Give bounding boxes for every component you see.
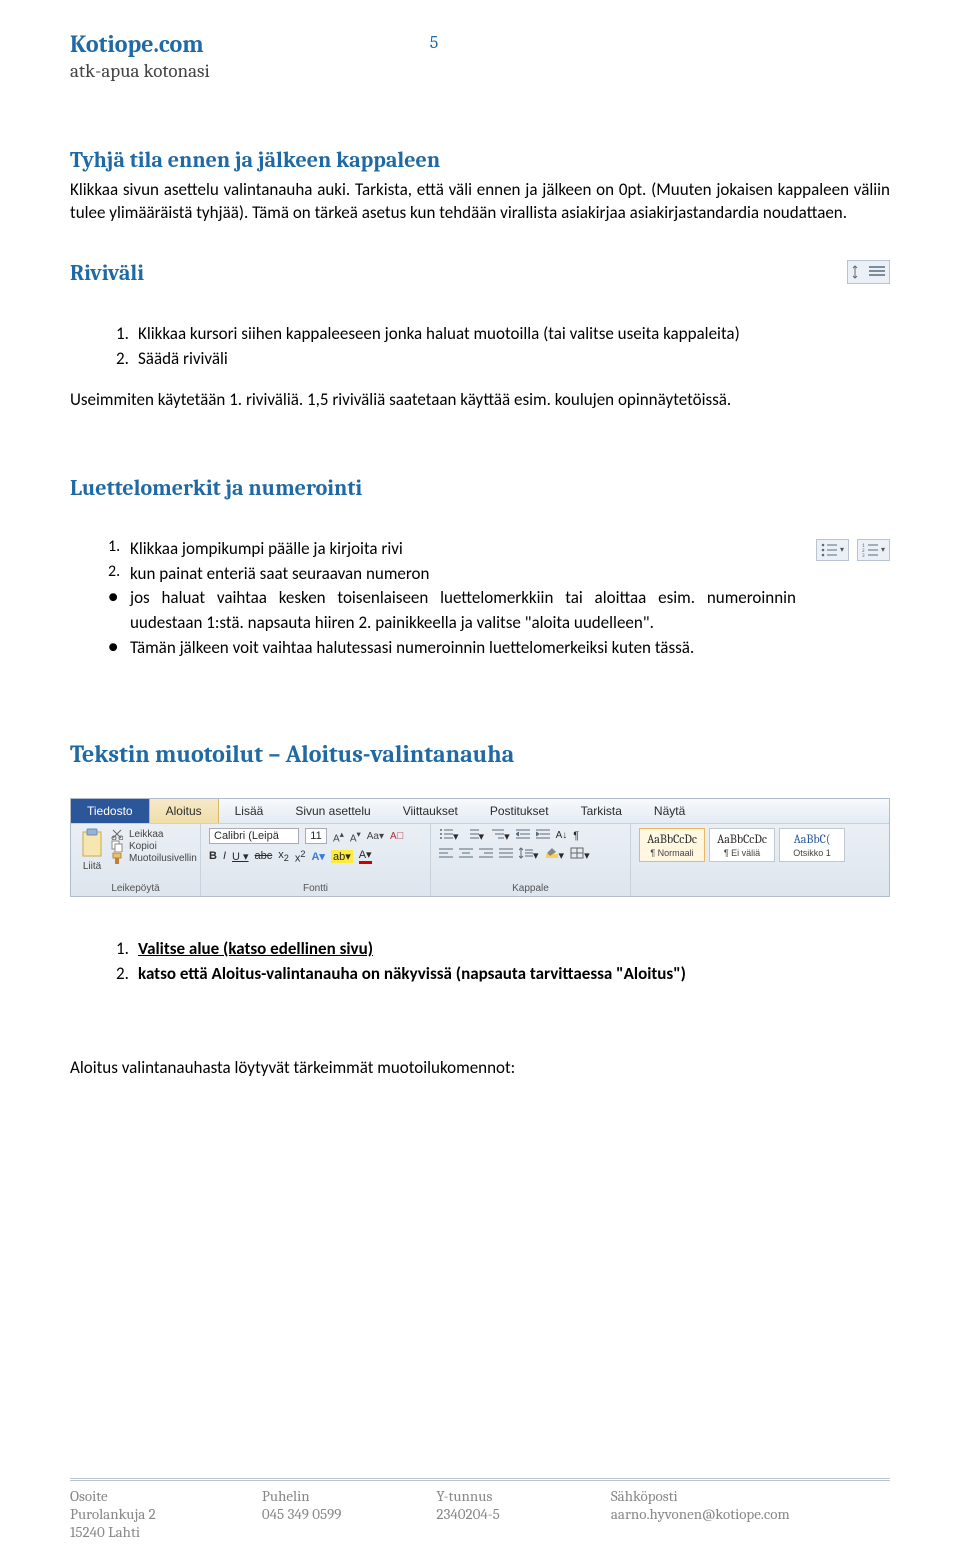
decrease-indent-button[interactable] [516, 828, 530, 843]
show-marks-button[interactable]: ¶ [573, 830, 579, 842]
ribbon-tab-tiedosto[interactable]: Tiedosto [71, 799, 149, 823]
bullets-icon: ▾ [816, 539, 849, 561]
align-left-button[interactable] [439, 847, 453, 862]
list-item: Klikkaa jompikumpi päälle ja kirjoita ri… [130, 537, 796, 562]
superscript-button[interactable]: x2 [295, 849, 306, 865]
subscript-button[interactable]: x2 [278, 849, 289, 863]
list-item: Klikkaa kursori siihen kappaleeseen jonk… [138, 323, 740, 344]
list-marker: ● [108, 636, 130, 657]
cut-label: Leikkaa [129, 829, 163, 840]
justify-button[interactable] [499, 847, 513, 862]
footer-head: Puhelin [262, 1487, 436, 1505]
body-tekstin-after: Aloitus valintanauhasta löytyvät tärkeim… [70, 1057, 890, 1078]
group-label-font: Fontti [209, 883, 422, 894]
footer-value: aarno.hyvonen@kotiope.com [611, 1505, 890, 1523]
list-item: katso että Aloitus-valintanauha on näkyv… [138, 963, 686, 984]
group-label-paragraph: Kappale [439, 883, 622, 894]
list-item: Säädä riviväli [138, 348, 228, 369]
align-center-button[interactable] [459, 847, 473, 862]
paste-icon[interactable] [79, 828, 105, 858]
page-number: 5 [430, 32, 439, 53]
format-painter-icon[interactable] [111, 852, 123, 864]
list-item: Tämän jälkeen voit vaihtaa halutessasi n… [130, 636, 796, 661]
style-no-spacing[interactable]: AaBbCcDc ¶ Ei väliä [709, 828, 775, 862]
list-item: Valitse alue (katso edellinen sivu) [138, 938, 373, 959]
list-marker: 1. [108, 537, 130, 556]
list-marker: 1. [116, 937, 138, 962]
style-normal[interactable]: AaBbCcDc ¶ Normaali [639, 828, 705, 862]
cut-icon[interactable] [111, 828, 123, 840]
multilevel-button[interactable]: ▾ [490, 828, 510, 843]
line-spacing-icon [847, 260, 890, 284]
site-title: Kotiope.com [70, 30, 210, 58]
copy-label: Kopioi [129, 841, 157, 852]
body-tyhja: Klikkaa sivun asettelu valintanauha auki… [70, 179, 890, 225]
ribbon-tab-lisaa[interactable]: Lisää [219, 799, 280, 823]
bullets-button[interactable]: ▾ [439, 828, 459, 843]
sort-button[interactable]: A↓ [556, 830, 568, 841]
list-luettelo: 1.Klikkaa jompikumpi päälle ja kirjoita … [108, 537, 796, 660]
heading-luettelo: Luettelomerkit ja numerointi [70, 475, 890, 501]
ribbon-tab-viittaukset[interactable]: Viittaukset [387, 799, 474, 823]
svg-text:3: 3 [862, 553, 865, 557]
page-footer: Osoite Purolankuja 2 15240 Lahti Puhelin… [70, 1478, 890, 1541]
ribbon-tab-postitukset[interactable]: Postitukset [474, 799, 565, 823]
change-case-icon[interactable]: Aa▾ [367, 831, 384, 842]
footer-value: Purolankuja 2 [70, 1505, 262, 1523]
ribbon-tabs: Tiedosto Aloitus Lisää Sivun asettelu Vi… [71, 799, 889, 824]
page-header: Kotiope.com atk-apua kotonasi 5 [70, 30, 890, 82]
ribbon-tab-tarkista[interactable]: Tarkista [565, 799, 638, 823]
numbering-button[interactable]: ▾ [465, 828, 485, 843]
strikethrough-button[interactable]: abc [255, 850, 273, 862]
word-ribbon: Tiedosto Aloitus Lisää Sivun asettelu Vi… [70, 798, 890, 897]
paste-label: Liitä [79, 861, 105, 872]
footer-rule [70, 1478, 890, 1481]
list-item: jos haluat vaihtaa kesken toisenlaiseen … [130, 586, 796, 635]
heading-tyhja: Tyhjä tila ennen ja jälkeen kappaleen [70, 147, 890, 173]
heading-tekstin: Tekstin muotoilut – Aloitus-valintanauha [70, 740, 890, 768]
ribbon-tab-nayta[interactable]: Näytä [638, 799, 701, 823]
list-tekstin: 1.Valitse alue (katso edellinen sivu) 2.… [108, 937, 890, 986]
footer-head: Sähköposti [611, 1487, 890, 1505]
site-subtitle: atk-apua kotonasi [70, 60, 210, 82]
copy-icon[interactable] [111, 840, 123, 852]
numbering-icon: 1 2 3 ▾ [857, 539, 890, 561]
footer-head: Y-tunnus [436, 1487, 610, 1505]
list-marker: ● [108, 586, 130, 607]
format-painter-label: Muotoilusivellin [129, 853, 197, 864]
footer-head: Osoite [70, 1487, 262, 1505]
font-size-dropdown[interactable]: 11 [305, 828, 327, 844]
italic-button[interactable]: I [223, 850, 226, 862]
list-marker: 2. [116, 962, 138, 987]
footer-value: 045 349 0599 [262, 1505, 436, 1523]
increase-indent-button[interactable] [536, 828, 550, 843]
shrink-font-icon[interactable]: A▾ [350, 829, 361, 844]
align-right-button[interactable] [479, 847, 493, 862]
heading-rivivali: Riviväli [70, 260, 144, 286]
list-item: kun painat enteriä saat seuraavan numero… [130, 562, 796, 587]
grow-font-icon[interactable]: A▴ [333, 829, 344, 844]
footer-value: 2340204-5 [436, 1505, 610, 1523]
list-marker: 2. [116, 347, 138, 372]
list-marker: 2. [108, 562, 130, 581]
body-rivivali-after: Useimmiten käytetään 1. riviväliä. 1,5 r… [70, 389, 890, 410]
text-effects-icon[interactable]: A▾ [311, 850, 324, 863]
list-rivivali: 1.Klikkaa kursori siihen kappaleeseen jo… [108, 322, 890, 371]
font-color-icon[interactable]: A▾ [359, 848, 372, 864]
list-marker: 1. [116, 322, 138, 347]
shading-button[interactable]: ▾ [545, 847, 565, 862]
underline-button[interactable]: U ▾ [232, 850, 249, 863]
borders-button[interactable]: ▾ [570, 847, 590, 862]
ribbon-tab-aloitus[interactable]: Aloitus [149, 799, 219, 823]
line-spacing-button[interactable]: ▾ [519, 847, 539, 862]
style-heading1[interactable]: AaBbC( Otsikko 1 [779, 828, 845, 862]
ribbon-tab-sivun-asettelu[interactable]: Sivun asettelu [279, 799, 386, 823]
group-label-clipboard: Leikepöytä [79, 883, 192, 894]
font-name-dropdown[interactable]: Calibri (Leipä [209, 828, 299, 844]
bold-button[interactable]: B [209, 850, 217, 862]
clear-formatting-icon[interactable]: A⃠ [390, 831, 404, 842]
highlight-icon[interactable]: ab▾ [331, 850, 353, 863]
footer-value: 15240 Lahti [70, 1523, 262, 1541]
